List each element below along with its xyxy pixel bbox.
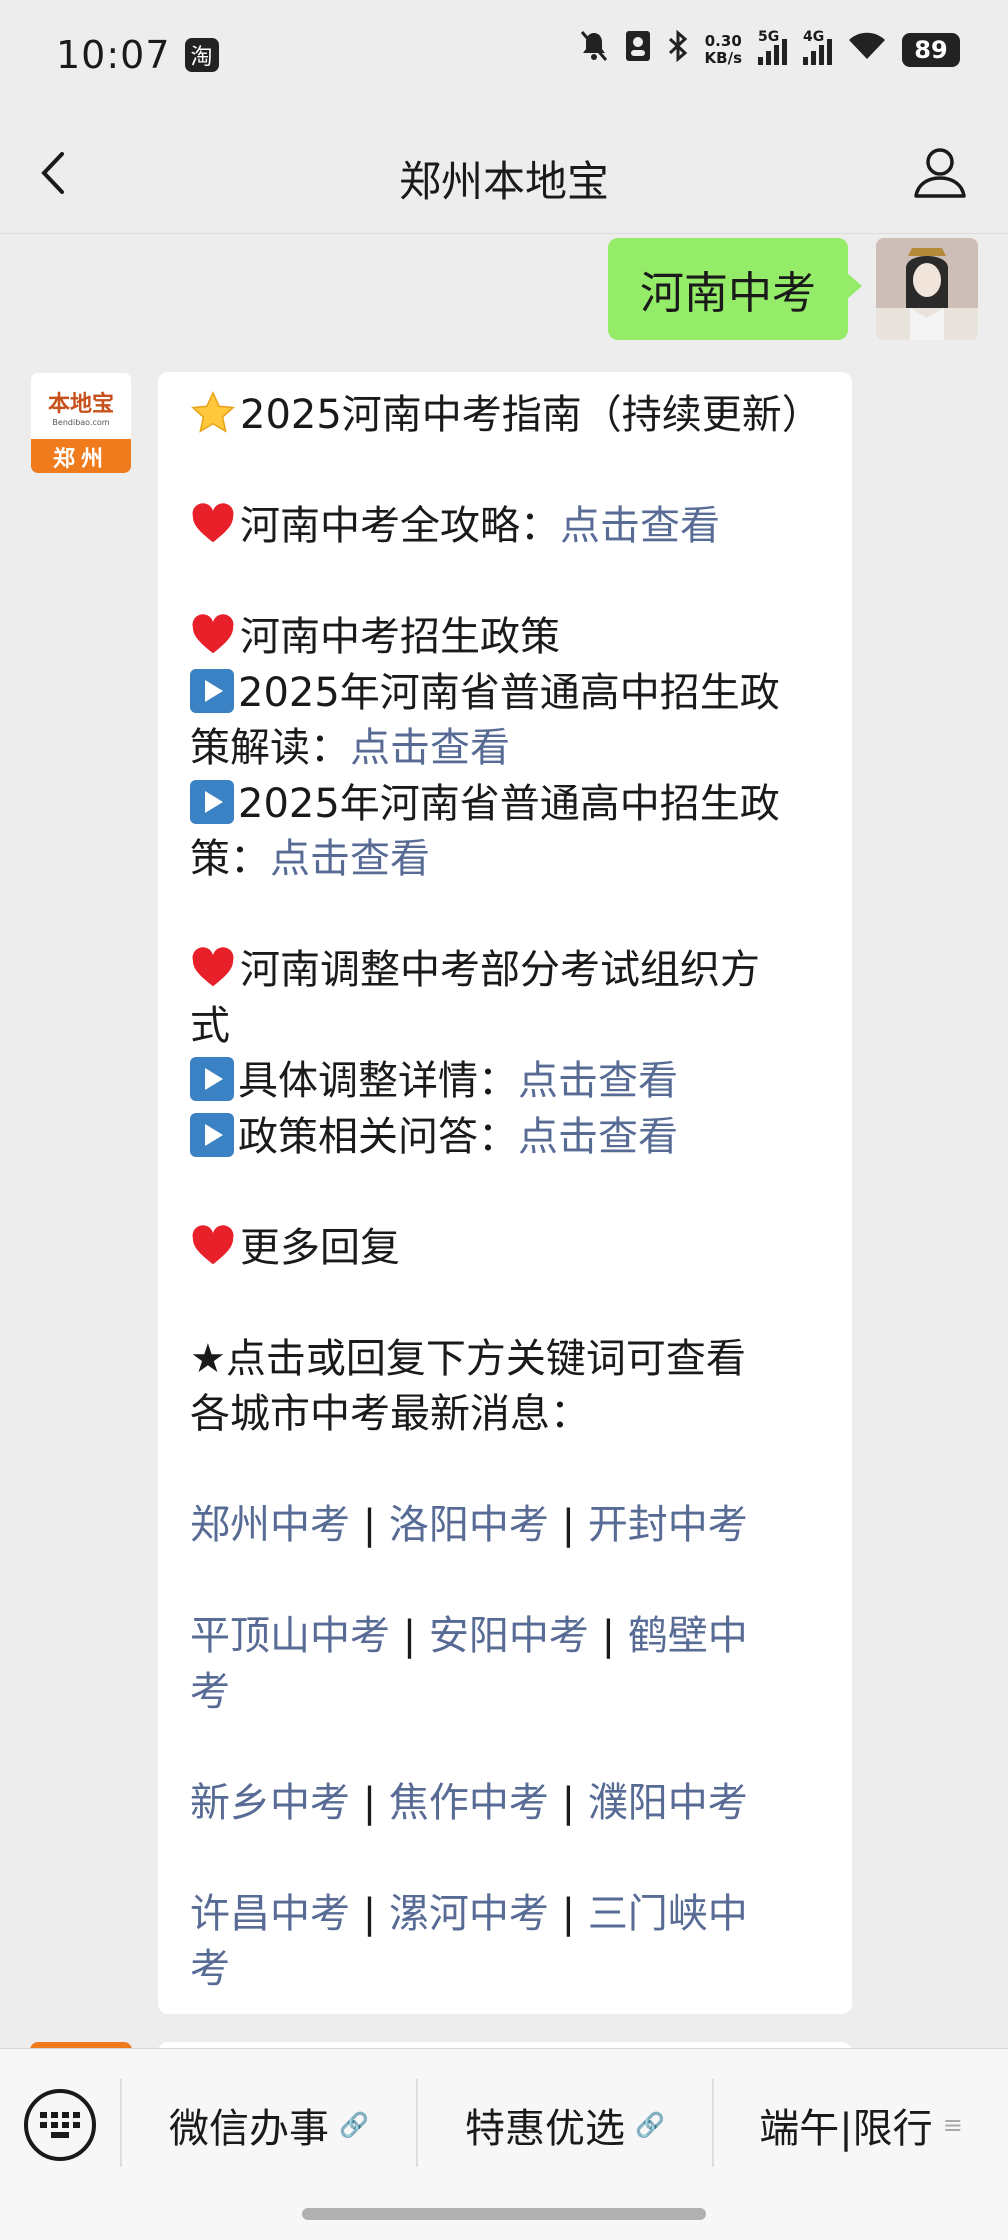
taobao-notification-icon: 淘 [184, 38, 219, 72]
policy-interpretation-link[interactable]: 点击查看 [350, 725, 510, 771]
city-link-luohe[interactable]: 漯河中考 [389, 1891, 549, 1937]
adjust-qa-item: 政策相关问答：点击查看 [190, 1110, 820, 1166]
strategy-line: 河南中考全攻略：点击查看 [190, 499, 820, 555]
link-icon: 🔗 [339, 2111, 369, 2139]
city-link-jiaozuo[interactable]: 焦作中考 [389, 1780, 549, 1826]
keyword-intro-cont: 各城市中考最新消息： [190, 1391, 590, 1437]
play-button-emoji-icon [190, 1112, 234, 1157]
bluetooth-icon [667, 29, 689, 70]
user-message-bubble[interactable]: 河南中考 [608, 238, 862, 340]
heart-emoji-icon [192, 947, 234, 987]
bot-avatar[interactable]: 本地宝 Bendibao.com 郑州 [30, 372, 132, 474]
adjust-heading: 河南调整中考部分考试组织方 [190, 943, 820, 999]
policy-item-1-cont: 策解读：点击查看 [190, 725, 510, 771]
bot-message-bubble: 2025河南中考指南（持续更新） 河南中考全攻略：点击查看 河南中考招生政策 2… [158, 372, 852, 2014]
keyword-intro: ★点击或回复下方关键词可查看 [190, 1335, 746, 1382]
adjust-detail-item: 具体调整详情：点击查看 [190, 1054, 820, 1110]
wifi-icon [848, 31, 886, 69]
city-link-puyang[interactable]: 濮阳中考 [588, 1780, 748, 1826]
signal-4g-icon: 4G [803, 29, 832, 65]
play-button-emoji-icon [190, 1057, 234, 1101]
policy-link[interactable]: 点击查看 [270, 836, 430, 882]
user-avatar[interactable] [876, 238, 978, 340]
adjust-detail-link[interactable]: 点击查看 [518, 1058, 678, 1104]
heart-emoji-icon [192, 614, 234, 654]
signal-5g-icon: 5G [758, 29, 787, 65]
network-speed: 0.30 KB/s [704, 32, 742, 67]
separator: | [390, 1613, 429, 1659]
city-row-2: 平顶山中考 | 安阳中考 | 鹤壁中 [190, 1609, 820, 1665]
adjust-heading-cont: 式 [190, 1002, 230, 1049]
menu-item-wechat-services[interactable]: 微信办事 🔗 [122, 2097, 416, 2153]
policy-item-2-cont: 策：点击查看 [190, 836, 430, 882]
status-bar: 10:07 淘 0.30 KB/s 5G 4G 89 [0, 0, 1008, 110]
star-emoji-icon [191, 391, 235, 433]
city-link-pingdingshan[interactable]: 平顶山中考 [190, 1613, 390, 1659]
city-row-1: 郑州中考 | 洛阳中考 | 开封中考 [190, 1498, 820, 1554]
city-link-sanmenxia-cont[interactable]: 考 [190, 1946, 230, 1992]
separator: | [548, 1502, 588, 1548]
heart-emoji-icon [192, 503, 234, 543]
city-link-anyang[interactable]: 安阳中考 [429, 1613, 589, 1659]
city-row-3: 新乡中考 | 焦作中考 | 濮阳中考 [190, 1776, 820, 1832]
city-link-xinxiang[interactable]: 新乡中考 [190, 1780, 350, 1826]
policy-item-2: 2025年河南省普通高中招生政 [190, 777, 820, 833]
strategy-view-link[interactable]: 点击查看 [560, 503, 720, 549]
headline-line: 2025河南中考指南（持续更新） [190, 388, 822, 444]
clock: 10:07 [56, 33, 171, 77]
keyboard-toggle-icon[interactable] [24, 2089, 96, 2161]
avatar-city-text: 郑州 [31, 439, 131, 473]
separator: | [350, 1502, 389, 1548]
link-icon: 🔗 [635, 2111, 665, 2139]
city-row-4-cont: 考 [190, 1942, 820, 1998]
city-row-2-cont: 考 [190, 1665, 820, 1721]
submenu-icon: ≡ [942, 2111, 963, 2139]
city-link-xuchang[interactable]: 许昌中考 [190, 1891, 350, 1937]
separator: | [588, 1613, 628, 1659]
adjust-qa-link[interactable]: 点击查看 [518, 1114, 678, 1160]
policy-heading: 河南中考招生政策 [190, 610, 820, 666]
menu-item-deals[interactable]: 特惠优选 🔗 [418, 2097, 712, 2153]
contact-card-icon [625, 30, 651, 70]
mute-bell-icon [579, 30, 609, 70]
avatar-url-text: Bendibao.com [52, 417, 110, 427]
play-button-emoji-icon [190, 779, 234, 824]
menu-item-traffic-restrictions[interactable]: 端午|限行 ≡ [714, 2097, 1008, 2153]
city-link-hebi-cont[interactable]: 考 [190, 1669, 230, 1715]
city-link-luoyang[interactable]: 洛阳中考 [389, 1502, 549, 1548]
profile-icon[interactable] [912, 144, 968, 200]
separator: | [350, 1890, 389, 1937]
heart-emoji-icon [192, 1224, 234, 1264]
page-title: 郑州本地宝 [398, 157, 609, 206]
avatar-brand-text: 本地宝 [47, 390, 114, 417]
play-button-emoji-icon [190, 668, 234, 713]
battery-icon: 89 [902, 33, 960, 67]
nav-bar: 郑州本地宝 [0, 110, 1008, 234]
city-link-sanmenxia[interactable]: 三门峡中 [588, 1891, 748, 1937]
city-link-kaifeng[interactable]: 开封中考 [588, 1502, 748, 1548]
city-link-hebi[interactable]: 鹤壁中 [628, 1613, 748, 1659]
more-heading: 更多回复 [190, 1221, 820, 1277]
separator: | [350, 1779, 389, 1826]
separator: | [548, 1890, 588, 1937]
home-indicator[interactable] [302, 2208, 706, 2220]
policy-item-1: 2025年河南省普通高中招生政 [190, 666, 820, 722]
user-message-row: 河南中考 [608, 238, 978, 340]
city-link-zhengzhou[interactable]: 郑州中考 [190, 1502, 350, 1548]
city-row-4: 许昌中考 | 漯河中考 | 三门峡中 [190, 1887, 820, 1943]
separator: | [548, 1779, 588, 1826]
